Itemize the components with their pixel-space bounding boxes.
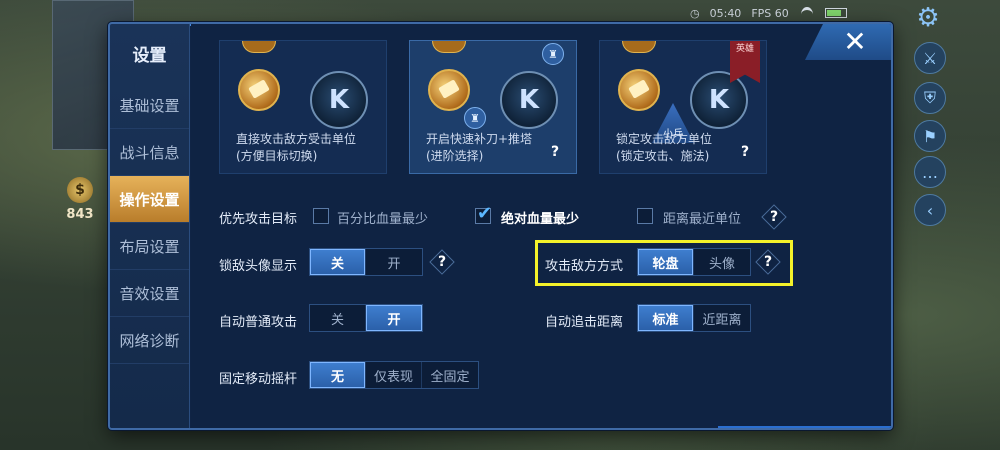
slider-track[interactable] bbox=[718, 426, 891, 428]
sword-icon[interactable]: ⚔ bbox=[914, 42, 946, 74]
attack-icon bbox=[428, 69, 470, 111]
gold-amount: 843 bbox=[66, 206, 94, 222]
attack-icon bbox=[618, 69, 660, 111]
card-label: 开启快速补刀+推塔 (进阶选择) bbox=[426, 132, 533, 163]
settings-content: K 直接攻击敌方受击单位 (方便目标切换) K ♜ ♜ 开启快速补刀+推塔 (进… bbox=[191, 24, 891, 428]
target-mode-card-direct[interactable]: K 直接攻击敌方受击单位 (方便目标切换) bbox=[219, 40, 387, 174]
help-icon[interactable]: ? bbox=[763, 206, 785, 228]
wifi-icon bbox=[799, 7, 815, 19]
auto-attack-on-option[interactable]: 开 bbox=[366, 305, 422, 331]
tower-icon-small: ♜ bbox=[542, 43, 564, 65]
lock-avatar-label: 锁敌头像显示 bbox=[219, 259, 298, 274]
gold-display[interactable]: $ 843 bbox=[55, 168, 105, 230]
gold-bag-icon: $ bbox=[67, 176, 93, 203]
sidebar-item-network[interactable]: 网络诊断 bbox=[110, 317, 189, 364]
sidebar-item-basic[interactable]: 基础设置 bbox=[110, 82, 189, 129]
card-label: 直接攻击敌方受击单位 (方便目标切换) bbox=[236, 132, 357, 163]
joystick-visual-option[interactable]: 仅表现 bbox=[366, 362, 422, 388]
clock-icon: ◷ bbox=[690, 6, 700, 20]
skill-icon: K bbox=[500, 71, 558, 129]
chevron-left-icon[interactable]: ‹ bbox=[914, 194, 946, 226]
priority-percent-hp-checkbox[interactable] bbox=[313, 208, 329, 224]
modal-title: 设置 bbox=[132, 45, 167, 66]
lock-avatar-off-option[interactable]: 关 bbox=[310, 249, 366, 275]
sidebar-item-layout[interactable]: 布局设置 bbox=[110, 223, 189, 270]
highlight-frame bbox=[535, 240, 793, 286]
auto-chase-toggle[interactable]: 标准 近距离 bbox=[637, 304, 751, 332]
sidebar-item-audio[interactable]: 音效设置 bbox=[110, 270, 189, 317]
sidebar-item-battle-info[interactable]: 战斗信息 bbox=[110, 129, 189, 176]
lock-avatar-toggle[interactable]: 关 开 bbox=[309, 248, 423, 276]
auto-chase-close-option[interactable]: 近距离 bbox=[694, 305, 750, 331]
sidebar-item-controls[interactable]: 操作设置 bbox=[110, 176, 189, 223]
card-label: 锁定攻击敌方单位 (锁定攻击、施法) bbox=[616, 132, 713, 163]
checkmark-icon: ✔ bbox=[477, 203, 493, 224]
auto-attack-label: 自动普通攻击 bbox=[219, 315, 298, 330]
battery-icon bbox=[824, 8, 847, 18]
gear-icon[interactable]: ⚙ bbox=[914, 4, 942, 32]
close-icon: ✕ bbox=[843, 25, 867, 58]
skill-icon: K bbox=[690, 71, 748, 129]
right-hud: ⚙ ⚔ ⛨ ⚑ … ‹ bbox=[910, 0, 1000, 450]
help-icon[interactable]: ? bbox=[431, 251, 453, 273]
priority-percent-hp-label: 百分比血量最少 bbox=[337, 212, 429, 227]
fps-readout: FPS 60 bbox=[751, 6, 789, 20]
priority-target-label: 优先攻击目标 bbox=[219, 212, 298, 227]
shield-icon[interactable]: ⛨ bbox=[914, 82, 946, 114]
fixed-joystick-toggle[interactable]: 无 仅表现 全固定 bbox=[309, 361, 479, 389]
priority-absolute-hp-checkbox[interactable]: ✔ bbox=[475, 203, 493, 224]
priority-nearest-checkbox[interactable] bbox=[637, 208, 653, 224]
target-mode-card-quick-lasthit[interactable]: K ♜ ♜ 开启快速补刀+推塔 (进阶选择) ? bbox=[409, 40, 577, 174]
settings-modal: 设置 基础设置 战斗信息 操作设置 布局设置 音效设置 网络诊断 K 直接攻击敌… bbox=[108, 22, 893, 430]
lock-avatar-on-option[interactable]: 开 bbox=[366, 249, 422, 275]
auto-attack-toggle[interactable]: 关 开 bbox=[309, 304, 423, 332]
priority-nearest-label: 距离最近单位 bbox=[663, 212, 742, 227]
target-mode-card-lock[interactable]: K 英雄 小兵 锁定攻击敌方单位 (锁定攻击、施法) ? bbox=[599, 40, 767, 174]
priority-absolute-hp-label: 绝对血量最少 bbox=[501, 212, 580, 227]
attack-icon-top bbox=[622, 41, 656, 53]
auto-chase-standard-option[interactable]: 标准 bbox=[638, 305, 694, 331]
joystick-none-option[interactable]: 无 bbox=[310, 362, 366, 388]
auto-attack-off-option[interactable]: 关 bbox=[310, 305, 366, 331]
flag-icon[interactable]: ⚑ bbox=[914, 120, 946, 152]
help-icon[interactable]: ? bbox=[546, 143, 564, 161]
settings-sidebar: 设置 基础设置 战斗信息 操作设置 布局设置 音效设置 网络诊断 bbox=[110, 24, 190, 428]
fixed-joystick-label: 固定移动摇杆 bbox=[219, 372, 298, 387]
joystick-full-option[interactable]: 全固定 bbox=[422, 362, 478, 388]
tower-icon: ♜ bbox=[464, 107, 486, 129]
chat-icon[interactable]: … bbox=[914, 156, 946, 188]
attack-icon bbox=[238, 69, 280, 111]
attack-icon-top bbox=[432, 41, 466, 53]
game-time: 05:40 bbox=[709, 6, 742, 20]
skill-icon: K bbox=[310, 71, 368, 129]
help-icon[interactable]: ? bbox=[736, 143, 754, 161]
hero-flag-badge: 英雄 bbox=[730, 41, 760, 83]
attack-icon-top bbox=[242, 41, 276, 53]
auto-chase-label: 自动追击距离 bbox=[545, 315, 624, 330]
